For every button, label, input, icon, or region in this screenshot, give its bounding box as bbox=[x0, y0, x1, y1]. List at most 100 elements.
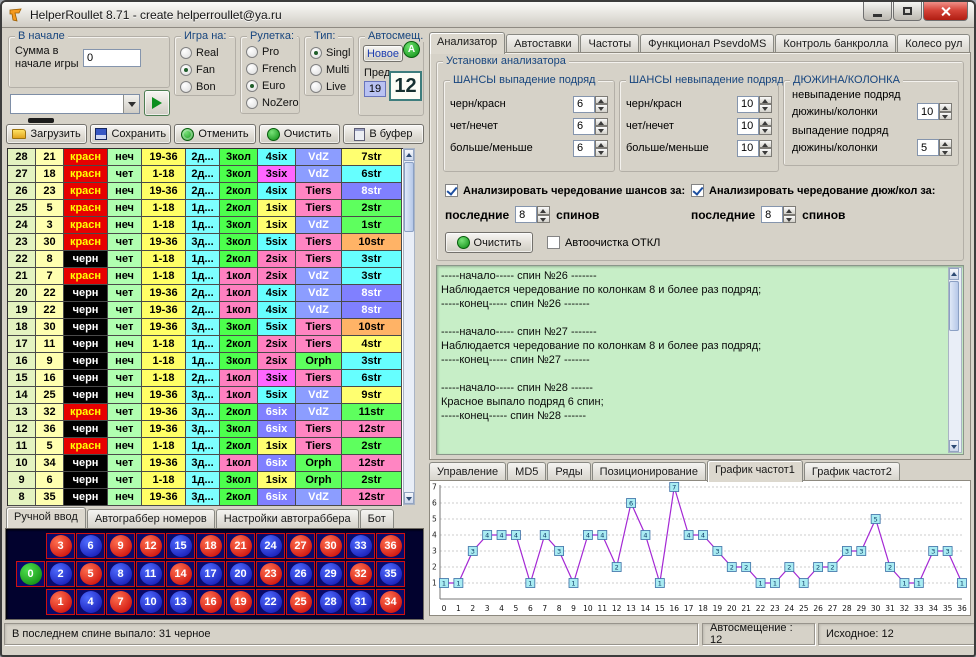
cancel-button[interactable]: Отменить bbox=[174, 124, 255, 144]
autoclear-checkbox[interactable] bbox=[547, 236, 560, 249]
table-row[interactable]: 169черннеч1-181д...3кол2sixOrph3str bbox=[8, 353, 403, 370]
number-tile-20[interactable]: 20 bbox=[226, 561, 255, 587]
spinner-buttons[interactable] bbox=[939, 139, 952, 156]
number-tile-12[interactable]: 12 bbox=[136, 533, 165, 559]
save-button[interactable]: Сохранить bbox=[90, 124, 171, 144]
radio-option-singl[interactable]: Singl bbox=[310, 45, 353, 60]
table-row[interactable]: 1034чернчет19-363д...1кол6sixOrph12str bbox=[8, 455, 403, 472]
spinner-up-icon[interactable] bbox=[783, 206, 796, 215]
table-row[interactable]: 1425черннеч19-363д...1кол5sixVdZ9str bbox=[8, 387, 403, 404]
number-tile-9[interactable]: 9 bbox=[106, 533, 135, 559]
chance-spinner[interactable]: 6 bbox=[573, 118, 608, 135]
tab-бот[interactable]: Бот bbox=[360, 509, 394, 528]
radio-option-pro[interactable]: Pro bbox=[246, 44, 299, 59]
number-tile-0[interactable]: 0 bbox=[16, 561, 45, 587]
number-tile-15[interactable]: 15 bbox=[166, 533, 195, 559]
autoshift-indicator[interactable]: А bbox=[403, 41, 420, 58]
number-tile-3[interactable]: 3 bbox=[46, 533, 75, 559]
table-row[interactable]: 228чернчет1-181д...2кол2sixTiers3str bbox=[8, 251, 403, 268]
number-tile-5[interactable]: 5 bbox=[76, 561, 105, 587]
tab-управление[interactable]: Управление bbox=[429, 462, 506, 482]
chances-spins-spinner[interactable]: 8 bbox=[515, 206, 550, 223]
number-tile-17[interactable]: 17 bbox=[196, 561, 225, 587]
tab-график-частот2[interactable]: График частот2 bbox=[804, 462, 900, 482]
spinner-down-icon[interactable] bbox=[595, 104, 608, 113]
alt-dozens-checkbox-row[interactable]: Анализировать чередование дюж/кол за: bbox=[691, 184, 935, 197]
chance-spinner[interactable]: 6 bbox=[573, 96, 608, 113]
scroll-up-icon[interactable] bbox=[949, 268, 959, 280]
number-tile-21[interactable]: 21 bbox=[226, 533, 255, 559]
table-row[interactable]: 835черннеч19-363д...2кол6sixVdZ12str bbox=[8, 489, 403, 506]
tab-настройки-автограббера[interactable]: Настройки автограббера bbox=[216, 509, 359, 528]
number-tile-13[interactable]: 13 bbox=[166, 589, 195, 615]
number-tile-18[interactable]: 18 bbox=[196, 533, 225, 559]
play-button[interactable] bbox=[144, 90, 170, 116]
spinner-down-icon[interactable] bbox=[595, 148, 608, 157]
table-row[interactable]: 1236чернчет19-363д...3кол6sixTiers12str bbox=[8, 421, 403, 438]
radio-option-multi[interactable]: Multi bbox=[310, 62, 353, 77]
spinner-up-icon[interactable] bbox=[939, 139, 952, 148]
number-tile-33[interactable]: 33 bbox=[346, 533, 375, 559]
scrollbar-thumb[interactable] bbox=[404, 162, 414, 232]
spinner-down-icon[interactable] bbox=[537, 215, 550, 224]
spinner-down-icon[interactable] bbox=[939, 112, 952, 121]
spinner-buttons[interactable] bbox=[783, 206, 796, 223]
table-row[interactable]: 1922чернчет19-362д...1кол4sixVdZ8str bbox=[8, 302, 403, 319]
close-button[interactable] bbox=[923, 2, 968, 21]
folder-button[interactable]: Загрузить bbox=[6, 124, 87, 144]
table-row[interactable]: 1516чернчет1-182д...1кол3sixTiers6str bbox=[8, 370, 403, 387]
minimize-button[interactable] bbox=[863, 2, 892, 21]
spinner-buttons[interactable] bbox=[759, 96, 772, 113]
table-row[interactable]: 1332краснчет19-363д...2кол6sixVdZ11str bbox=[8, 404, 403, 421]
chance-spinner[interactable]: 10 bbox=[737, 118, 772, 135]
table-row[interactable]: 1830чернчет19-363д...3кол5sixTiers10str bbox=[8, 319, 403, 336]
clear-button[interactable]: Очистить bbox=[259, 124, 340, 144]
spinner-buttons[interactable] bbox=[939, 103, 952, 120]
titlebar[interactable]: HelperRoullet 8.71 - create helperroulle… bbox=[2, 2, 974, 28]
dozen-hit-spinner[interactable]: 5 bbox=[917, 139, 952, 156]
spinner-up-icon[interactable] bbox=[595, 118, 608, 127]
spinner-up-icon[interactable] bbox=[939, 103, 952, 112]
number-tile-1[interactable]: 1 bbox=[46, 589, 75, 615]
number-tile-2[interactable]: 2 bbox=[46, 561, 75, 587]
spinner-up-icon[interactable] bbox=[759, 96, 772, 105]
tab-позиционирование[interactable]: Позиционирование bbox=[592, 462, 706, 482]
spinner-down-icon[interactable] bbox=[759, 148, 772, 157]
spinner-buttons[interactable] bbox=[759, 118, 772, 135]
tab-частоты[interactable]: Частоты bbox=[580, 34, 639, 54]
spinner-buttons[interactable] bbox=[595, 140, 608, 157]
number-tile-27[interactable]: 27 bbox=[286, 533, 315, 559]
number-tile-14[interactable]: 14 bbox=[166, 561, 195, 587]
number-tile-10[interactable]: 10 bbox=[136, 589, 165, 615]
number-tile-35[interactable]: 35 bbox=[376, 561, 405, 587]
spinner-up-icon[interactable] bbox=[759, 118, 772, 127]
spinner-down-icon[interactable] bbox=[759, 126, 772, 135]
alt-chances-checkbox[interactable] bbox=[445, 184, 458, 197]
radio-option-euro[interactable]: Euro bbox=[246, 78, 299, 93]
autoclear-row[interactable]: Автоочистка ОТКЛ bbox=[547, 236, 660, 249]
spinner-buttons[interactable] bbox=[759, 140, 772, 157]
alt-dozens-checkbox[interactable] bbox=[691, 184, 704, 197]
number-tile-29[interactable]: 29 bbox=[316, 561, 345, 587]
table-row[interactable]: 217красннеч1-181д...1кол2sixVdZ3str bbox=[8, 268, 403, 285]
tab-ряды[interactable]: Ряды bbox=[547, 462, 590, 482]
number-tile-8[interactable]: 8 bbox=[106, 561, 135, 587]
scrollbar-thumb[interactable] bbox=[949, 281, 959, 331]
spinner-up-icon[interactable] bbox=[595, 140, 608, 149]
spinner-up-icon[interactable] bbox=[759, 140, 772, 149]
spinner-up-icon[interactable] bbox=[595, 96, 608, 105]
tab-автограббер-номеров[interactable]: Автограббер номеров bbox=[87, 509, 215, 528]
table-row[interactable]: 255красннеч1-181д...2кол1sixTiers2str bbox=[8, 200, 403, 217]
clear-log-button[interactable]: Очистить bbox=[445, 232, 533, 253]
number-tile-7[interactable]: 7 bbox=[106, 589, 135, 615]
scroll-down-icon[interactable] bbox=[949, 440, 959, 452]
log-scrollbar[interactable] bbox=[948, 267, 962, 453]
dozen-miss-spinner[interactable]: 10 bbox=[917, 103, 952, 120]
number-tile-36[interactable]: 36 bbox=[376, 533, 405, 559]
number-tile-24[interactable]: 24 bbox=[256, 533, 285, 559]
scroll-down-icon[interactable] bbox=[404, 492, 414, 504]
number-tile-32[interactable]: 32 bbox=[346, 561, 375, 587]
chevron-down-icon[interactable] bbox=[123, 95, 139, 113]
collapse-handle[interactable] bbox=[28, 118, 54, 123]
chance-spinner[interactable]: 10 bbox=[737, 140, 772, 157]
